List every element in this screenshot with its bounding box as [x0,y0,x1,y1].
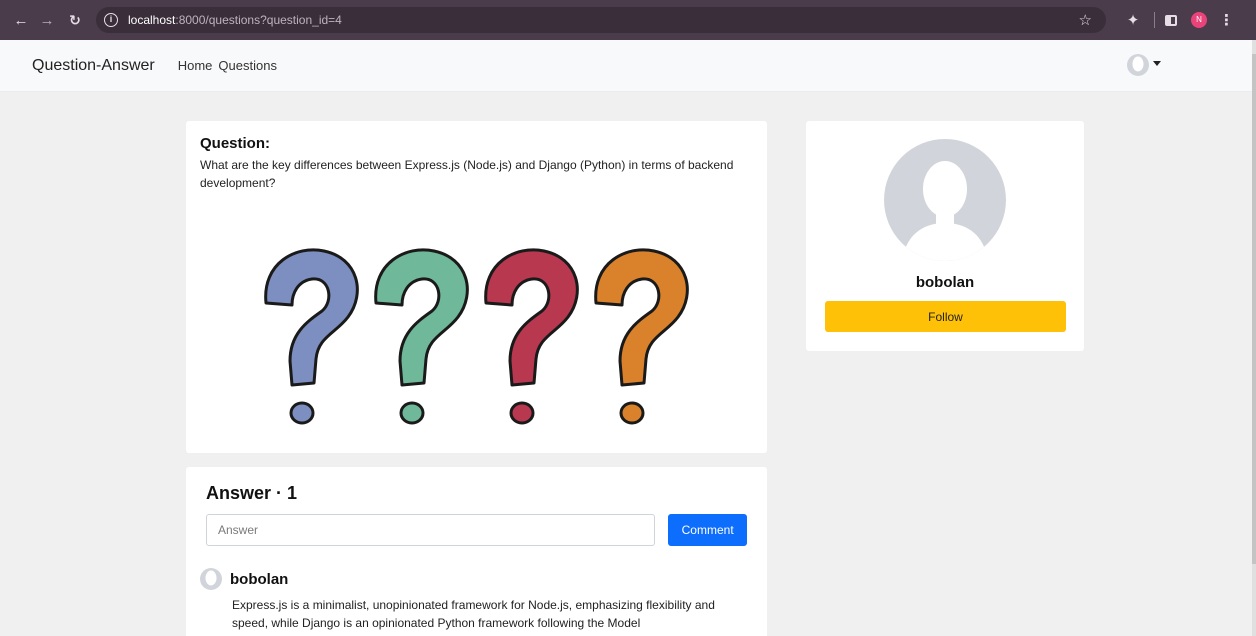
app-navbar: Question-Answer Home Questions [0,40,1256,92]
answer-author[interactable]: bobolan [230,571,288,588]
question-mark-1 [264,248,359,425]
question-mark-3 [484,248,579,425]
question-mark-4 [594,248,689,425]
reload-icon[interactable]: ↻ [64,12,86,29]
browser-toolbar: ← → ↻ i localhost:8000/questions?questio… [0,0,1256,40]
url-path: :8000/questions?question_id=4 [175,13,342,27]
answer-form: Comment [206,514,747,546]
site-info-icon[interactable]: i [104,13,118,27]
profile-card: bobolan Follow [806,121,1084,351]
url-text[interactable]: localhost:8000/questions?question_id=4 [128,13,342,27]
profile-name[interactable]: bobolan [806,274,1084,291]
nav-link-home[interactable]: Home [178,58,213,73]
answer-count-heading: Answer · 1 [206,483,298,503]
nav-link-questions[interactable]: Questions [218,58,277,73]
follow-button[interactable]: Follow [825,301,1066,332]
answer-input[interactable] [206,514,656,546]
profile-avatar[interactable]: N [1191,12,1207,28]
user-menu-toggle[interactable] [1127,54,1161,76]
toolbar-divider [1154,12,1155,28]
forward-arrow-icon[interactable]: → [36,12,58,29]
question-heading: Question: [200,135,270,152]
side-panel-icon[interactable] [1165,14,1177,26]
answer-avatar-icon [200,568,222,590]
navbar-brand[interactable]: Question-Answer [32,57,155,75]
question-marks-illustration [264,248,689,425]
chevron-down-icon [1153,60,1161,66]
address-bar[interactable]: i localhost:8000/questions?question_id=4… [96,7,1106,33]
user-avatar-icon [1127,54,1149,76]
profile-avatar-icon [884,139,1006,261]
question-text: What are the key differences between Exp… [200,158,734,190]
extensions-icon[interactable]: ✦ [1122,11,1144,29]
menu-kebab-icon[interactable]: ⋮ [1219,11,1234,29]
answer-item: bobolan Express.js is a minimalist, unop… [200,568,747,632]
bookmark-star-icon[interactable]: ☆ [1079,11,1092,29]
comment-button[interactable]: Comment [668,514,747,546]
url-host: localhost [128,13,176,27]
back-arrow-icon[interactable]: ← [10,12,32,29]
answer-author-row: bobolan [200,568,747,590]
question-card: Question: What are the key differences b… [186,121,767,453]
answer-card: Answer · 1 Comment bobolan Express.js is… [186,467,767,636]
question-mark-2 [374,248,469,425]
answer-text: Express.js is a minimalist, unopinionate… [232,598,715,630]
scrollbar-thumb[interactable] [1252,54,1256,564]
